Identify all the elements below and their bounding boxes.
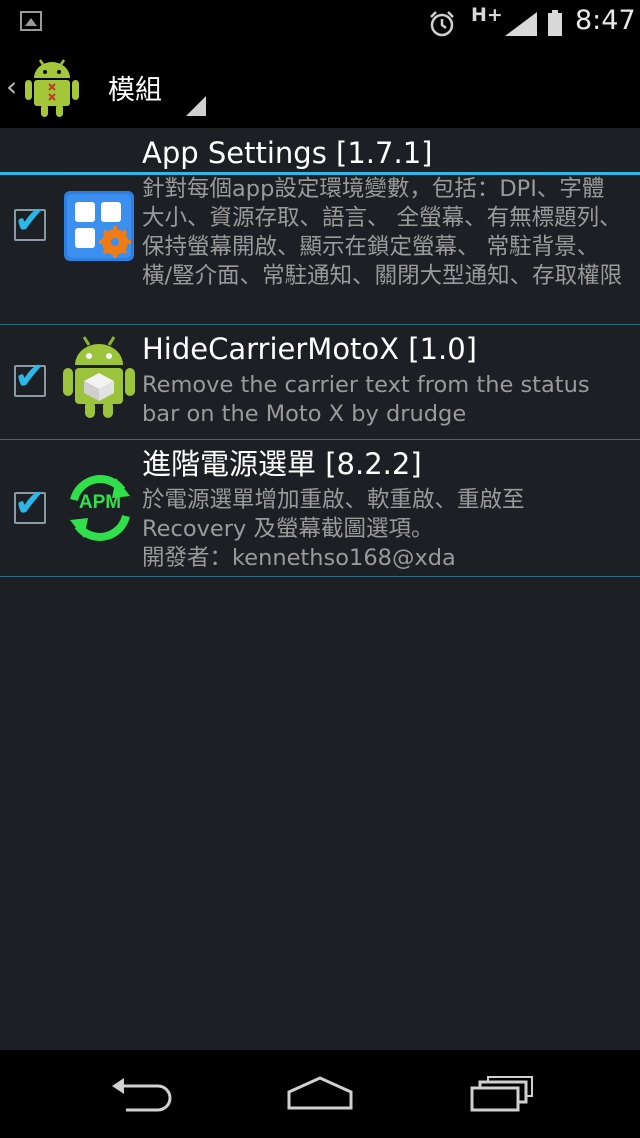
enable-checkbox[interactable]: ✔ xyxy=(14,357,46,397)
navigation-bar xyxy=(0,1050,640,1138)
module-title: HideCarrierMotoX [1.0] xyxy=(142,332,478,366)
module-description: Remove the carrier text from the status … xyxy=(142,372,590,427)
page-title: 模組 xyxy=(108,75,162,106)
app-settings-icon xyxy=(64,191,134,261)
check-icon: ✔ xyxy=(14,198,46,242)
recents-icon[interactable] xyxy=(466,1074,536,1114)
module-description: 針對每個app設定環境變數，包括：DPI、字體大小、資源存取、語言、 全螢幕、有… xyxy=(142,176,623,289)
module-description: 於電源選單增加重啟、軟重啟、重啟至 Recovery 及螢幕截圖選項。 xyxy=(142,487,525,542)
alarm-icon xyxy=(430,11,454,37)
android-logo-icon[interactable] xyxy=(24,56,80,118)
back-chevron-icon[interactable]: ‹ xyxy=(6,70,17,103)
module-title: 進階電源選單 [8.2.2] xyxy=(142,447,422,481)
list-item[interactable]: ✔ App Settings [1.7.1] 針對每個app設定環境變數，包括：… xyxy=(0,129,640,325)
home-icon[interactable] xyxy=(285,1074,355,1114)
enable-checkbox[interactable]: ✔ xyxy=(14,201,46,241)
image-notification-icon xyxy=(20,11,42,31)
check-icon: ✔ xyxy=(14,354,46,398)
status-bar: H+ 8:47 xyxy=(0,0,640,46)
module-list: ✔ App Settings [1.7.1] 針對每個app設定環境變數，包括：… xyxy=(0,129,640,577)
list-item[interactable]: ✔ APM 進階電源選單 [8.2.2] 於電源選單增加重啟、軟重啟、重啟至 R… xyxy=(0,440,640,577)
module-title: App Settings [1.7.1] xyxy=(142,136,433,170)
network-type: H+ xyxy=(471,4,503,26)
android-package-icon xyxy=(63,336,135,418)
check-icon: ✔ xyxy=(14,481,46,525)
signal-icon xyxy=(505,12,537,36)
clock: 8:47 xyxy=(575,5,636,36)
battery-icon xyxy=(548,10,562,36)
back-icon[interactable] xyxy=(106,1074,176,1114)
apm-icon-label: APM xyxy=(78,492,122,513)
dropdown-corner-icon[interactable] xyxy=(186,96,206,116)
action-bar: ‹ 模組 xyxy=(0,46,640,175)
enable-checkbox[interactable]: ✔ xyxy=(14,484,46,524)
list-item[interactable]: ✔ HideCarrierMotoX [1.0] Remove the carr… xyxy=(0,325,640,440)
module-author: 開發者：kennethso168@xda xyxy=(142,545,456,571)
